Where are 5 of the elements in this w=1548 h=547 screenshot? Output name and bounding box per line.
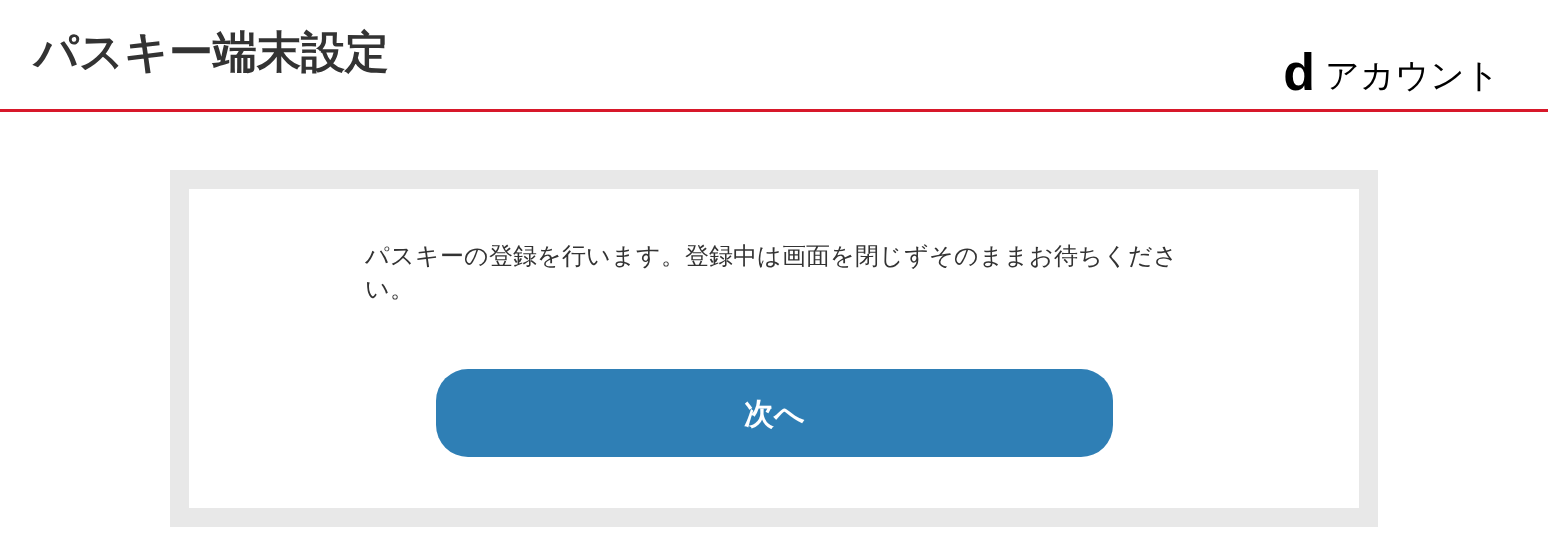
message: パスキーの登録を行います。登録中は画面を閉じずそのままお待ちください。: [365, 241, 1179, 304]
page-title: パスキー端末設定: [34, 30, 389, 74]
next-button[interactable]: 次へ: [435, 369, 1113, 457]
logo-text: アカウント: [1325, 58, 1500, 92]
logo-mark: d: [1283, 52, 1315, 92]
